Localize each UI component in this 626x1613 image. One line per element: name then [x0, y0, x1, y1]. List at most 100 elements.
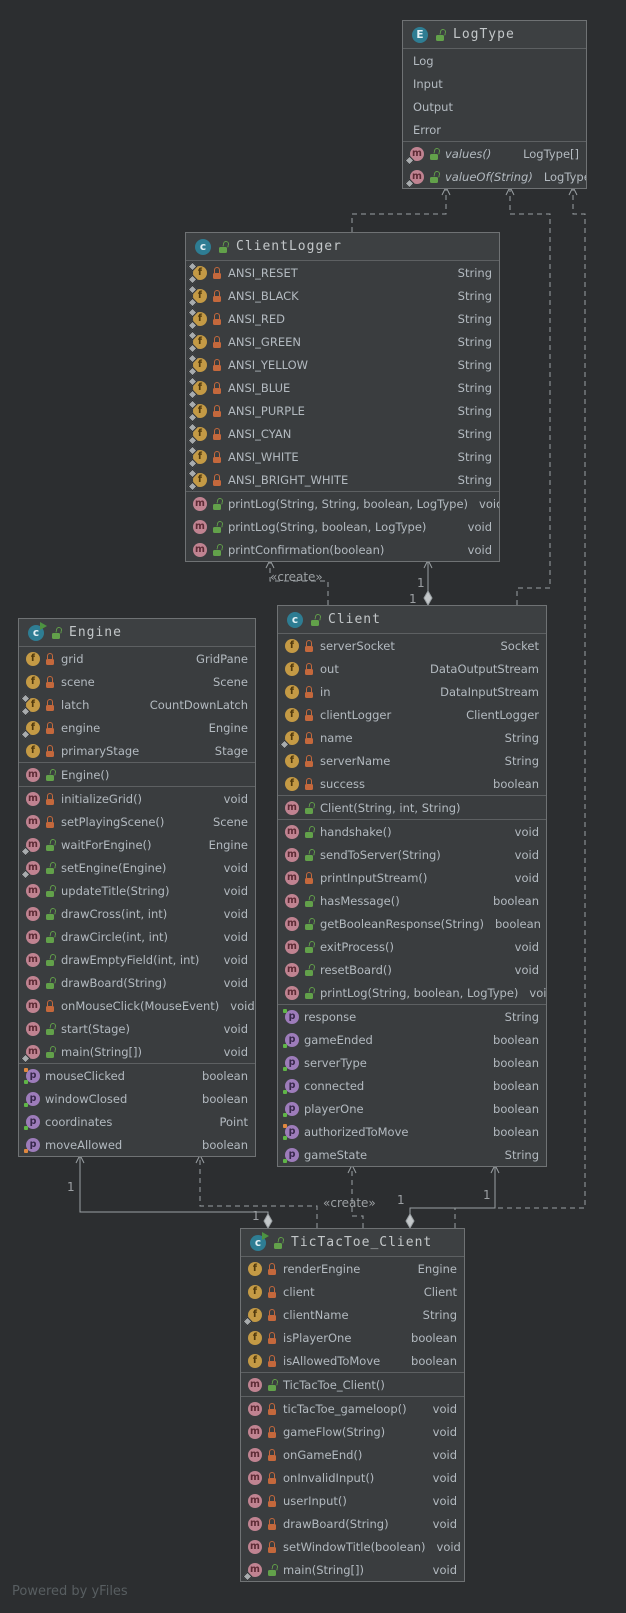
propertie-row[interactable]: pmoveAllowedboolean	[19, 1133, 255, 1156]
method-row[interactable]: mupdateTitle(String)void	[19, 879, 255, 902]
class-box-client[interactable]: cClientfserverSocketSocketfoutDataOutput…	[277, 605, 547, 1167]
field-row[interactable]: fisAllowedToMoveboolean	[241, 1349, 464, 1372]
field-row[interactable]: fANSI_BLUEString	[186, 376, 499, 399]
field-row[interactable]: fisPlayerOneboolean	[241, 1326, 464, 1349]
field-row[interactable]: fsuccessboolean	[278, 772, 546, 795]
enum-constant-row[interactable]: Output	[403, 95, 586, 118]
class-header[interactable]: cTicTacToe_Client	[241, 1229, 464, 1257]
method-row[interactable]: mvalueOf(String)LogType	[403, 165, 586, 188]
field-row[interactable]: fnameString	[278, 726, 546, 749]
field-row[interactable]: fANSI_GREENString	[186, 330, 499, 353]
field-row[interactable]: fANSI_REDString	[186, 307, 499, 330]
method-row[interactable]: mdrawBoard(String)void	[19, 971, 255, 994]
private-lock-icon	[212, 335, 223, 349]
member-name: waitForEngine()	[61, 838, 152, 852]
field-row[interactable]: fserverSocketSocket	[278, 634, 546, 657]
field-row[interactable]: fprimaryStageStage	[19, 739, 255, 762]
field-row[interactable]: foutDataOutputStream	[278, 657, 546, 680]
propertie-row[interactable]: presponseString	[278, 1005, 546, 1028]
method-row[interactable]: mhasMessage()boolean	[278, 889, 546, 912]
field-row[interactable]: fengineEngine	[19, 716, 255, 739]
enum-constant-row[interactable]: Log	[403, 49, 586, 72]
class-box-engine[interactable]: cEnginefgridGridPanefsceneSceneflatchCou…	[18, 618, 256, 1157]
class-header[interactable]: cClient	[278, 606, 546, 634]
field-row[interactable]: fANSI_PURPLEString	[186, 399, 499, 422]
field-row[interactable]: fANSI_WHITEString	[186, 445, 499, 468]
class-header[interactable]: cClientLogger	[186, 233, 499, 261]
method-row[interactable]: mdrawEmptyField(int, int)void	[19, 948, 255, 971]
method-row[interactable]: msetWindowTitle(boolean)void	[241, 1535, 464, 1558]
method-row[interactable]: monMouseClick(MouseEvent)void	[19, 994, 255, 1017]
field-row[interactable]: fANSI_CYANString	[186, 422, 499, 445]
member-name: out	[320, 662, 339, 676]
field-row[interactable]: flatchCountDownLatch	[19, 693, 255, 716]
field-row[interactable]: finDataInputStream	[278, 680, 546, 703]
class-header[interactable]: cEngine	[19, 619, 255, 647]
method-row[interactable]: mhandshake()void	[278, 820, 546, 843]
field-row[interactable]: fANSI_YELLOWString	[186, 353, 499, 376]
field-row[interactable]: fserverNameString	[278, 749, 546, 772]
method-row[interactable]: mvalues()LogType[]	[403, 142, 586, 165]
propertie-row[interactable]: pgameEndedboolean	[278, 1028, 546, 1051]
field-row[interactable]: fgridGridPane	[19, 647, 255, 670]
method-row[interactable]: msendToServer(String)void	[278, 843, 546, 866]
method-row[interactable]: mdrawBoard(String)void	[241, 1512, 464, 1535]
method-row[interactable]: mwaitForEngine()Engine	[19, 833, 255, 856]
member-name: Client(String, int, String)	[320, 801, 461, 815]
propertie-row[interactable]: pserverTypeboolean	[278, 1051, 546, 1074]
class-box-logtype[interactable]: ELogTypeLogInputOutputErrormvalues()LogT…	[402, 20, 587, 189]
method-row[interactable]: mticTacToe_gameloop()void	[241, 1397, 464, 1420]
method-row[interactable]: mprintLog(String, boolean, LogType)void	[278, 981, 546, 1004]
class-box-clientlogger[interactable]: cClientLoggerfANSI_RESETStringfANSI_BLAC…	[185, 232, 500, 562]
method-row[interactable]: mgetBooleanResponse(String)boolean	[278, 912, 546, 935]
propertie-row[interactable]: pmouseClickedboolean	[19, 1064, 255, 1087]
member-name: connected	[304, 1079, 364, 1093]
method-row[interactable]: mdrawCircle(int, int)void	[19, 925, 255, 948]
method-row[interactable]: mmain(String[])void	[19, 1040, 255, 1063]
public-lock-icon	[212, 497, 223, 511]
method-row[interactable]: mresetBoard()void	[278, 958, 546, 981]
method-icon: m	[26, 953, 40, 967]
class-box-tictactoe_client[interactable]: cTicTacToe_ClientfrenderEngineEnginefcli…	[240, 1228, 465, 1582]
method-row[interactable]: minitializeGrid()void	[19, 787, 255, 810]
constructor-row[interactable]: mTicTacToe_Client()	[241, 1373, 464, 1396]
method-row[interactable]: mdrawCross(int, int)void	[19, 902, 255, 925]
propertie-row[interactable]: pgameStateString	[278, 1143, 546, 1166]
member-type: boolean	[405, 1331, 457, 1345]
field-row[interactable]: fclientNameString	[241, 1303, 464, 1326]
field-row[interactable]: fclientClient	[241, 1280, 464, 1303]
method-icon: m	[285, 917, 299, 931]
propertie-row[interactable]: pwindowClosedboolean	[19, 1087, 255, 1110]
method-row[interactable]: muserInput()void	[241, 1489, 464, 1512]
field-row[interactable]: fclientLoggerClientLogger	[278, 703, 546, 726]
field-row[interactable]: fsceneScene	[19, 670, 255, 693]
propertie-row[interactable]: pauthorizedToMoveboolean	[278, 1120, 546, 1143]
method-row[interactable]: mexitProcess()void	[278, 935, 546, 958]
method-row[interactable]: monInvalidInput()void	[241, 1466, 464, 1489]
enum-constant-row[interactable]: Error	[403, 118, 586, 141]
method-row[interactable]: mprintLog(String, boolean, LogType)void	[186, 515, 499, 538]
method-row[interactable]: mstart(Stage)void	[19, 1017, 255, 1040]
constructor-row[interactable]: mEngine()	[19, 763, 255, 786]
method-row[interactable]: mprintConfirmation(boolean)void	[186, 538, 499, 561]
method-row[interactable]: msetPlayingScene()Scene	[19, 810, 255, 833]
class-title: TicTacToe_Client	[291, 1235, 432, 1250]
diagram-canvas[interactable]: ELogTypeLogInputOutputErrormvalues()LogT…	[0, 0, 626, 1613]
method-row[interactable]: monGameEnd()void	[241, 1443, 464, 1466]
propertie-row[interactable]: pconnectedboolean	[278, 1074, 546, 1097]
field-row[interactable]: fANSI_BRIGHT_WHITEString	[186, 468, 499, 491]
field-row[interactable]: frenderEngineEngine	[241, 1257, 464, 1280]
field-row[interactable]: fANSI_RESETString	[186, 261, 499, 284]
propertie-row[interactable]: pplayerOneboolean	[278, 1097, 546, 1120]
method-row[interactable]: mmain(String[])void	[241, 1558, 464, 1581]
method-row[interactable]: mgameFlow(String)void	[241, 1420, 464, 1443]
member-type: Stage	[209, 744, 248, 758]
enum-constant-row[interactable]: Input	[403, 72, 586, 95]
method-row[interactable]: mprintInputStream()void	[278, 866, 546, 889]
field-row[interactable]: fANSI_BLACKString	[186, 284, 499, 307]
propertie-row[interactable]: pcoordinatesPoint	[19, 1110, 255, 1133]
class-header[interactable]: ELogType	[403, 21, 586, 49]
method-row[interactable]: mprintLog(String, String, boolean, LogTy…	[186, 492, 499, 515]
method-row[interactable]: msetEngine(Engine)void	[19, 856, 255, 879]
constructor-row[interactable]: mClient(String, int, String)	[278, 796, 546, 819]
